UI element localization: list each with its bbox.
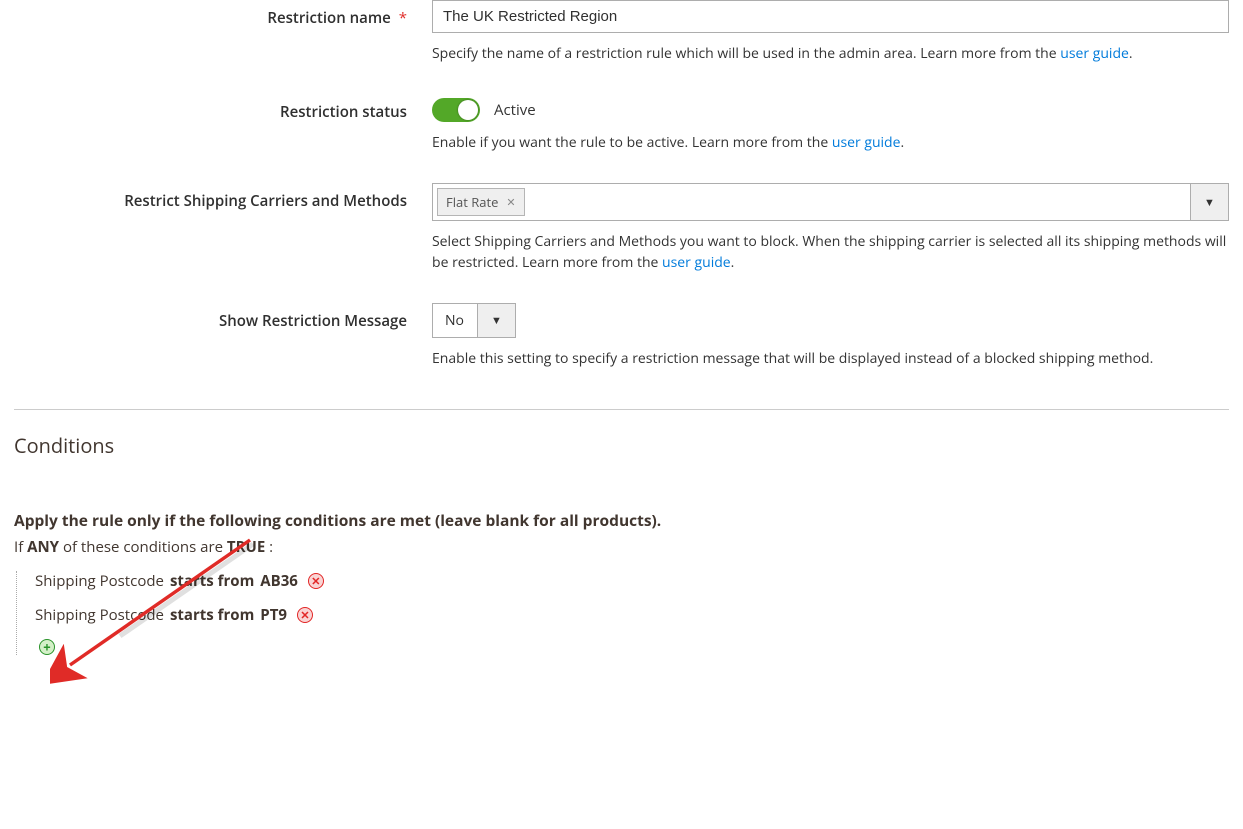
restriction-status-toggle[interactable] — [432, 98, 480, 122]
chevron-down-icon: ▼ — [477, 304, 515, 337]
carriers-hint: Select Shipping Carriers and Methods you… — [432, 231, 1229, 273]
user-guide-link-status[interactable]: user guide — [832, 133, 901, 152]
message-label: Show Restriction Message — [14, 303, 432, 331]
remove-condition-icon[interactable]: ✕ — [297, 607, 313, 623]
conditions-section-title: Conditions — [14, 432, 1229, 459]
conditions-heading: Apply the rule only if the following con… — [14, 509, 1229, 531]
condition-row: Shipping Postcode starts from PT9 ✕ — [35, 605, 1229, 625]
carriers-multiselect[interactable]: Flat Rate ✕ ▼ — [432, 183, 1229, 221]
message-select[interactable]: No ▼ — [432, 303, 516, 338]
user-guide-link-name[interactable]: user guide — [1060, 44, 1129, 63]
carriers-label: Restrict Shipping Carriers and Methods — [14, 183, 432, 211]
condition-value[interactable]: PT9 — [260, 605, 287, 625]
message-hint: Enable this setting to specify a restric… — [432, 348, 1229, 369]
condition-attribute[interactable]: Shipping Postcode — [35, 571, 164, 591]
condition-row: Shipping Postcode starts from AB36 ✕ — [35, 571, 1229, 591]
restriction-name-hint: Specify the name of a restriction rule w… — [432, 43, 1229, 64]
aggregator-selector[interactable]: ANY — [27, 537, 59, 557]
user-guide-link-carriers[interactable]: user guide — [662, 253, 731, 272]
carrier-tag: Flat Rate ✕ — [437, 188, 525, 216]
restriction-name-label: Restriction name * — [14, 0, 432, 28]
remove-tag-icon[interactable]: ✕ — [506, 195, 515, 210]
restriction-status-label: Restriction status — [14, 94, 432, 122]
section-divider — [14, 409, 1229, 410]
condition-attribute[interactable]: Shipping Postcode — [35, 605, 164, 625]
remove-condition-icon[interactable]: ✕ — [308, 573, 324, 589]
conditions-root-line: If ANY of these conditions are TRUE : — [14, 537, 1229, 557]
restriction-status-value: Active — [494, 100, 536, 120]
value-selector[interactable]: TRUE — [227, 537, 265, 557]
add-condition-icon[interactable]: + — [39, 639, 55, 655]
condition-operator[interactable]: starts from — [170, 571, 254, 591]
restriction-name-input[interactable] — [432, 0, 1229, 33]
condition-operator[interactable]: starts from — [170, 605, 254, 625]
restriction-status-hint: Enable if you want the rule to be active… — [432, 132, 1229, 153]
carriers-dropdown-toggle[interactable]: ▼ — [1190, 184, 1228, 220]
condition-value[interactable]: AB36 — [260, 571, 298, 591]
